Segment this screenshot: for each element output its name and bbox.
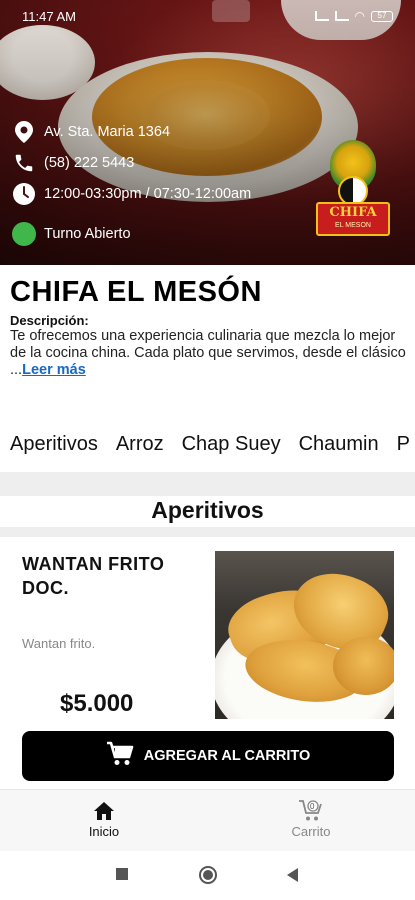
section-title: Aperitivos: [151, 497, 264, 523]
location-pin-icon: [12, 120, 36, 144]
status-bar: 11:47 AM ◠ 57: [0, 0, 415, 34]
description-label: Descripción:: [10, 313, 89, 328]
system-navigation-bar: [0, 851, 415, 900]
tab-chaumin[interactable]: Chaumin: [299, 433, 379, 456]
product-description: Wantan frito.: [22, 636, 96, 651]
wifi-icon: ◠: [354, 9, 365, 23]
nav-cart[interactable]: 0 Carrito: [266, 798, 356, 839]
back-triangle-icon[interactable]: [285, 867, 299, 888]
address-row: Av. Sta. Maria 1364: [12, 120, 170, 144]
section-divider-bottom: [0, 527, 415, 537]
signal-icon: [314, 11, 329, 21]
tab-next-category[interactable]: P: [397, 433, 410, 456]
logo-subtext: EL MESON: [335, 222, 371, 229]
phone-row[interactable]: (58) 222 5443: [12, 151, 134, 175]
logo-banner: CHIFA EL MESON: [316, 202, 390, 236]
nav-home-label: Inicio: [88, 824, 120, 839]
cart-count-badge: 0: [310, 802, 315, 811]
clock-icon: [12, 182, 36, 206]
recent-apps-icon[interactable]: [115, 867, 129, 886]
description-text: Te ofrecemos una experiencia culinaria q…: [10, 328, 410, 379]
read-more-link[interactable]: Leer más: [22, 362, 86, 378]
nav-cart-label: Carrito: [291, 824, 331, 839]
home-circle-icon[interactable]: [198, 865, 218, 890]
product-price: $5.000: [60, 690, 134, 717]
tab-arroz[interactable]: Arroz: [116, 433, 164, 456]
shopping-cart-icon: [106, 741, 134, 771]
add-to-cart-button[interactable]: AGREGAR AL CARRITO: [22, 731, 394, 781]
address-text: Av. Sta. Maria 1364: [44, 124, 171, 140]
bottom-navigation: Inicio 0 Carrito: [0, 789, 415, 851]
tab-chap-suey[interactable]: Chap Suey: [182, 433, 281, 456]
hours-text: 12:00-03:30pm / 07:30-12:00am: [44, 186, 252, 202]
nav-home[interactable]: Inicio: [59, 798, 149, 839]
section-divider: [0, 472, 415, 496]
open-status-text: Turno Abierto: [44, 226, 131, 242]
open-status-dot-icon: [12, 222, 36, 246]
signal-icon-2: [334, 11, 349, 21]
battery-icon: 57: [371, 10, 393, 22]
phone-icon: [12, 151, 36, 175]
logo-text: CHIFA: [329, 205, 377, 220]
restaurant-name: CHIFA EL MESÓN: [10, 276, 262, 308]
add-to-cart-label: AGREGAR AL CARRITO: [143, 748, 311, 764]
phone-text: (58) 222 5443: [44, 155, 135, 171]
status-time: 11:47 AM: [22, 9, 76, 24]
tab-aperitivos[interactable]: Aperitivos: [10, 433, 98, 456]
restaurant-logo: CHIFA EL MESON: [316, 140, 390, 240]
home-icon: [59, 798, 149, 824]
cart-icon: 0: [266, 798, 356, 824]
open-status-row: Turno Abierto: [12, 222, 131, 246]
hours-row: 12:00-03:30pm / 07:30-12:00am: [12, 182, 251, 206]
product-name: WANTAN FRITO DOC.: [22, 554, 165, 598]
category-tabs: Aperitivos Arroz Chap Suey Chaumin P: [10, 433, 415, 456]
product-image[interactable]: [215, 551, 394, 719]
